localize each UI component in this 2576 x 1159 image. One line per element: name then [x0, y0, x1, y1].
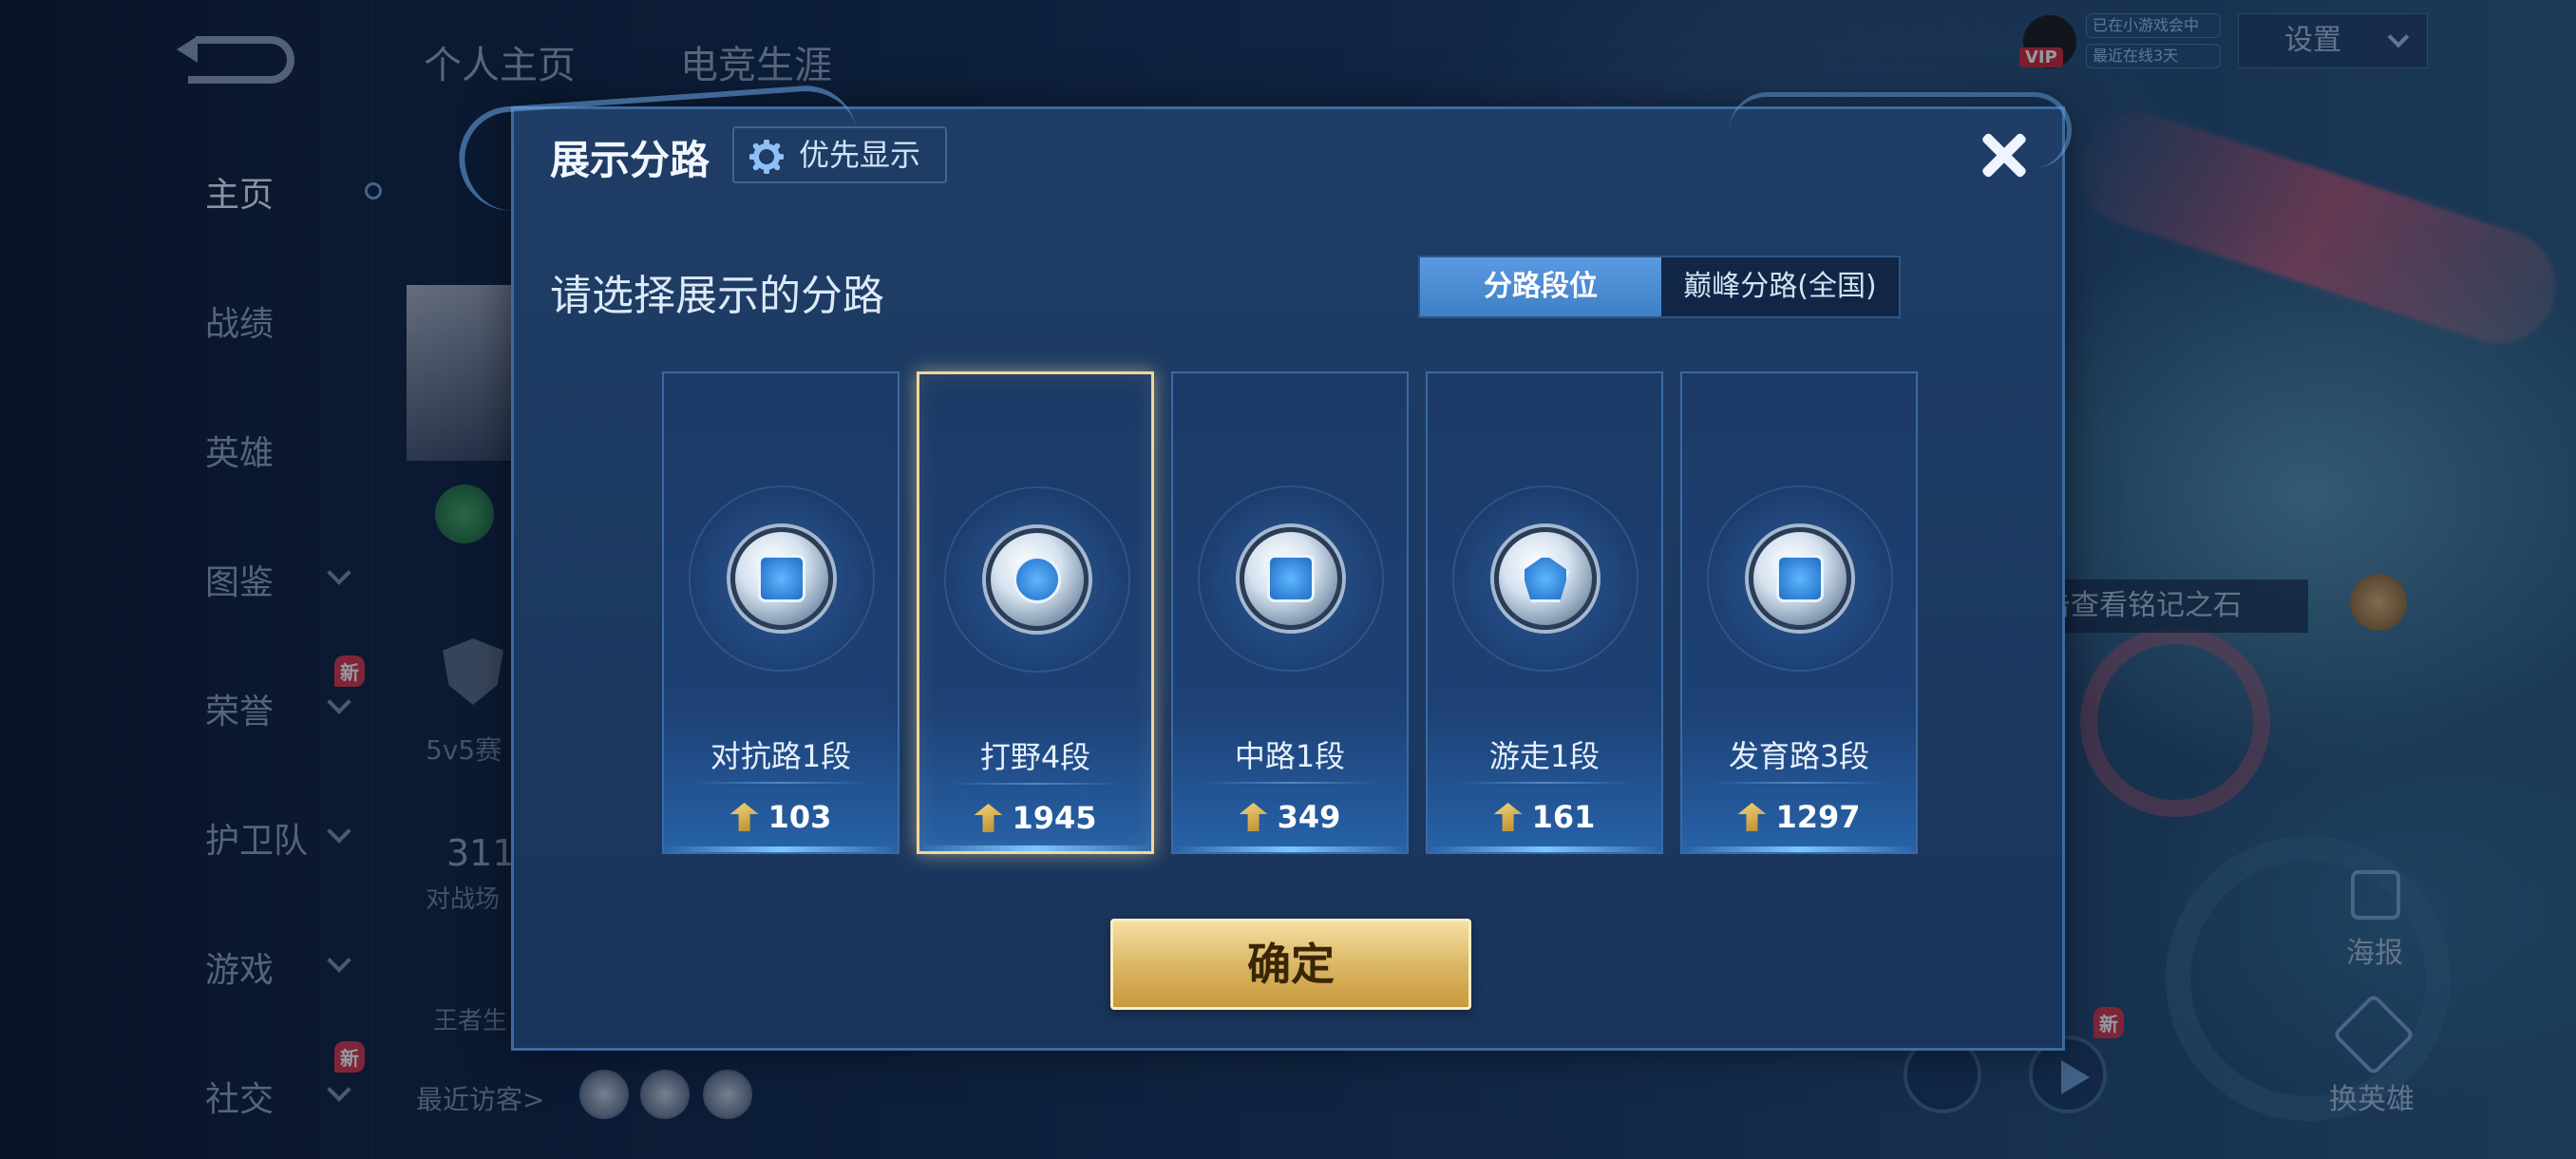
mid-lane-icon	[1240, 527, 1342, 630]
roam-icon	[1494, 527, 1597, 630]
divider	[692, 782, 869, 784]
divider	[1711, 782, 1887, 784]
divider	[1202, 782, 1378, 784]
lane-score: 1945	[919, 800, 1151, 836]
emblem-glyph	[758, 555, 805, 602]
lane-score: 349	[1173, 799, 1407, 835]
gear-icon	[749, 140, 784, 174]
lane-card-mid[interactable]: 中路1段 349	[1171, 371, 1409, 854]
card-glow	[1173, 846, 1407, 852]
lane-score-value: 1945	[1012, 800, 1097, 836]
lane-score: 1297	[1682, 799, 1916, 835]
tab-lane-rank[interactable]: 分路段位	[1420, 257, 1661, 316]
divider	[948, 783, 1123, 785]
score-icon	[974, 804, 1003, 832]
lane-score: 161	[1428, 799, 1661, 835]
lane-name: 对抗路1段	[710, 738, 852, 774]
close-icon[interactable]	[1971, 123, 2037, 189]
clash-lane-icon	[730, 527, 833, 630]
card-glow	[1682, 846, 1916, 852]
lane-score-value: 103	[767, 799, 832, 835]
emblem-glyph	[1522, 555, 1569, 602]
farm-lane-icon	[1749, 527, 1851, 630]
jungle-icon	[986, 528, 1089, 631]
lane-score-value: 161	[1531, 799, 1596, 835]
dialog-title: 展示分路	[550, 137, 710, 183]
lane-display-dialog: 展示分路 优先显示 请选择展示的分路 分路段位 巅峰分路(全国) 对抗路1段 1…	[455, 82, 2072, 1051]
lane-card-jungle[interactable]: 打野4段 1945	[917, 371, 1154, 854]
lane-card-farm[interactable]: 发育路3段 1297	[1680, 371, 1918, 854]
score-icon	[1493, 803, 1523, 831]
card-glow	[664, 846, 898, 852]
tab-peak-lane-national[interactable]: 巅峰分路(全国)	[1661, 257, 1899, 316]
card-glow	[919, 846, 1151, 851]
lane-card-roam[interactable]: 游走1段 161	[1426, 371, 1663, 854]
lane-name: 中路1段	[1234, 738, 1346, 774]
priority-display-label: 优先显示	[799, 137, 921, 173]
priority-display-button[interactable]: 优先显示	[732, 126, 947, 183]
lane-score: 103	[664, 799, 898, 835]
lane-score-value: 349	[1277, 799, 1341, 835]
lane-name: 发育路3段	[1728, 738, 1870, 774]
lane-card-clash[interactable]: 对抗路1段 103	[662, 371, 900, 854]
score-icon	[1239, 803, 1268, 831]
lane-score-value: 1297	[1775, 799, 1861, 835]
lane-name: 游走1段	[1488, 738, 1601, 774]
confirm-button[interactable]: 确定	[1110, 919, 1471, 1010]
lane-name: 打野4段	[979, 739, 1091, 775]
lane-tab-group: 分路段位 巅峰分路(全国)	[1418, 256, 1901, 318]
emblem-glyph	[1267, 555, 1315, 602]
score-icon	[1737, 803, 1767, 831]
select-lane-prompt: 请选择展示的分路	[550, 272, 884, 320]
score-icon	[729, 803, 759, 831]
emblem-glyph	[1776, 555, 1824, 602]
divider	[1456, 782, 1633, 784]
emblem-glyph	[1013, 556, 1061, 603]
card-glow	[1428, 846, 1661, 852]
